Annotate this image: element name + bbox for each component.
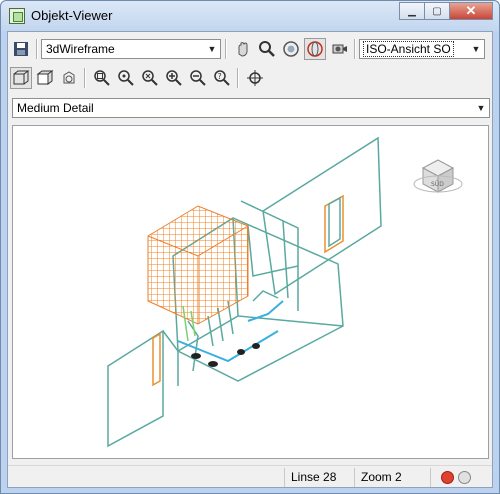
- camera-icon: [332, 44, 347, 54]
- chevron-down-icon: ▼: [471, 44, 481, 54]
- orbit-button[interactable]: [280, 38, 302, 60]
- maximize-button[interactable]: ▢: [424, 2, 450, 20]
- visual-style-select[interactable]: 3dWireframe ▼: [41, 39, 221, 59]
- camera-box-icon: [63, 71, 75, 84]
- zoom-window-button[interactable]: [91, 67, 113, 89]
- minimize-icon: ▁: [408, 5, 416, 17]
- svg-text:?: ?: [218, 72, 222, 81]
- zoom-center-button[interactable]: [115, 67, 137, 89]
- visual-style-value: 3dWireframe: [46, 42, 115, 56]
- crosshair-icon: [247, 70, 263, 86]
- save-button[interactable]: [10, 38, 32, 60]
- hidden-box-button[interactable]: [58, 67, 80, 89]
- status-lines: Linse 28: [284, 468, 352, 487]
- chevron-down-icon: ▼: [207, 44, 217, 54]
- red-status-icon[interactable]: [441, 471, 454, 484]
- view-select[interactable]: ISO-Ansicht SO ▼: [359, 39, 485, 59]
- detail-level-row: Medium Detail ▼: [12, 98, 490, 118]
- zoom-help-button[interactable]: ?: [211, 67, 233, 89]
- detail-level-select[interactable]: Medium Detail ▼: [12, 98, 490, 118]
- view-value: ISO-Ansicht SO: [363, 41, 454, 57]
- zoom-out-icon: [190, 70, 206, 86]
- shaded-box-button[interactable]: [34, 67, 56, 89]
- window-title: Objekt-Viewer: [31, 8, 113, 23]
- zoom-out-button[interactable]: [187, 67, 209, 89]
- grey-status-icon[interactable]: [458, 471, 471, 484]
- status-bar: Linse 28 Zoom 2: [8, 465, 492, 488]
- viewcube-icon[interactable]: SÜD: [413, 159, 463, 193]
- box-icon: [36, 70, 54, 85]
- center-target-button[interactable]: [244, 67, 266, 89]
- wire-box-icon: [13, 70, 30, 85]
- title-bar[interactable]: Objekt-Viewer ▁ ▢ ✕: [1, 1, 499, 31]
- toolbar-separator: [84, 68, 85, 88]
- objekt-viewer-window: Objekt-Viewer ▁ ▢ ✕ 3dWireframe ▼ ISO-An…: [0, 0, 500, 494]
- zoom-center-icon: [118, 70, 134, 86]
- magnifier-icon: [259, 41, 275, 57]
- zoom-in-icon: [166, 70, 182, 86]
- toolbar-separator: [237, 68, 238, 88]
- chevron-down-icon: ▼: [476, 103, 486, 113]
- toolbar-separator: [225, 39, 226, 59]
- zoom-extents-icon: [142, 70, 158, 86]
- client-area: 3dWireframe ▼ ISO-Ansicht SO ▼ ? Medium …: [7, 31, 493, 488]
- caption-buttons: ▁ ▢ ✕: [399, 2, 493, 20]
- detail-level-value: Medium Detail: [17, 101, 94, 115]
- zoom-button[interactable]: [256, 38, 278, 60]
- view-toolbar: ?: [8, 64, 492, 92]
- zoom-question-icon: ?: [214, 70, 230, 86]
- maximize-icon: ▢: [432, 5, 442, 17]
- zoom-window-icon: [94, 70, 110, 86]
- close-icon: ✕: [465, 3, 477, 18]
- pan-icon: [238, 42, 248, 57]
- camera-button[interactable]: [328, 38, 350, 60]
- close-button[interactable]: ✕: [449, 2, 493, 20]
- free-orbit-button[interactable]: [304, 38, 326, 60]
- orbit-icon: [283, 41, 299, 57]
- toolbar-separator: [354, 39, 355, 59]
- save-icon: [14, 42, 28, 56]
- free-orbit-icon: [307, 41, 323, 57]
- zoom-extents-button[interactable]: [139, 67, 161, 89]
- app-icon: [9, 8, 25, 24]
- wireframe-model: SÜD: [107, 136, 463, 448]
- main-toolbar: 3dWireframe ▼ ISO-Ansicht SO ▼: [8, 35, 492, 63]
- model-viewport[interactable]: SÜD: [12, 125, 489, 459]
- zoom-in-button[interactable]: [163, 67, 185, 89]
- wireframe-box-button[interactable]: [10, 67, 32, 89]
- toolbar-separator: [36, 39, 37, 59]
- minimize-button[interactable]: ▁: [399, 2, 425, 20]
- svg-text:SÜD: SÜD: [431, 181, 444, 188]
- status-zoom: Zoom 2: [354, 468, 426, 487]
- pan-button[interactable]: [232, 38, 254, 60]
